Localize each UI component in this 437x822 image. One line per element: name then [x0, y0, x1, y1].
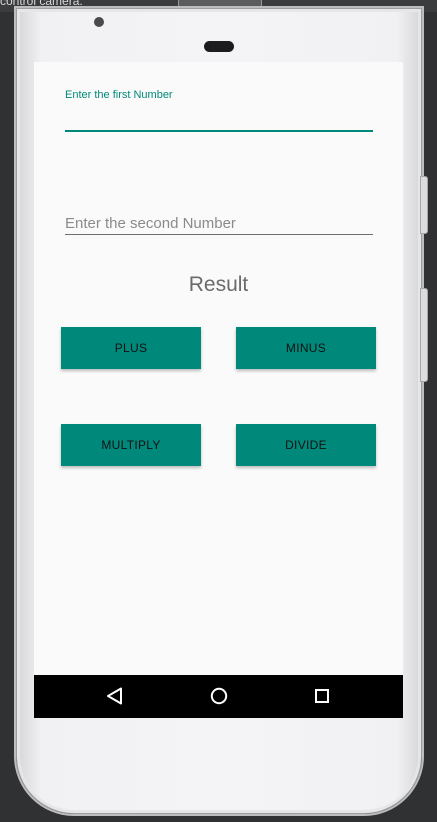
- plus-button[interactable]: PLUS: [61, 327, 201, 369]
- earpiece-speaker: [204, 41, 234, 52]
- app-screen: Enter the first Number Result PLUS MINUS…: [34, 62, 403, 718]
- minus-button[interactable]: MINUS: [236, 327, 376, 369]
- recent-apps-button[interactable]: [292, 675, 352, 718]
- multiply-button[interactable]: MULTIPLY: [61, 424, 201, 466]
- first-number-input[interactable]: [65, 108, 373, 132]
- volume-button[interactable]: [420, 176, 428, 234]
- back-button[interactable]: [85, 675, 145, 718]
- emulator-title: control camera.: [0, 0, 83, 8]
- home-circle-icon: [210, 687, 228, 705]
- result-text: Result: [188, 273, 249, 296]
- second-number-input[interactable]: [65, 212, 373, 235]
- navigation-bar: [34, 675, 403, 718]
- first-number-label: Enter the first Number: [65, 89, 173, 101]
- home-button[interactable]: [189, 675, 249, 718]
- back-triangle-icon: [107, 687, 122, 705]
- divide-button[interactable]: DIVIDE: [236, 424, 376, 466]
- recent-square-icon: [315, 689, 329, 703]
- front-camera: [94, 17, 104, 27]
- power-button[interactable]: [420, 288, 428, 382]
